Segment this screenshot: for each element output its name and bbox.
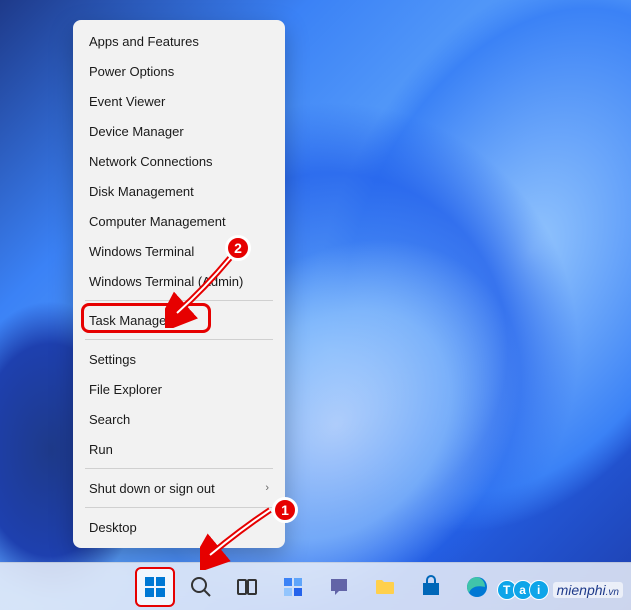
store-icon	[419, 575, 443, 599]
menu-item-shut-down[interactable]: Shut down or sign out ›	[77, 473, 281, 503]
menu-item-event-viewer[interactable]: Event Viewer	[77, 86, 281, 116]
menu-item-run[interactable]: Run	[77, 434, 281, 464]
file-explorer-button[interactable]	[365, 567, 405, 607]
menu-item-computer-management[interactable]: Computer Management	[77, 206, 281, 236]
chat-icon	[327, 575, 351, 599]
task-view-button[interactable]	[227, 567, 267, 607]
menu-item-apps-features[interactable]: Apps and Features	[77, 26, 281, 56]
annotation-arrow-1	[200, 500, 280, 570]
edge-icon	[465, 575, 489, 599]
annotation-callout-1: 1	[272, 497, 298, 523]
widgets-button[interactable]	[273, 567, 313, 607]
store-button[interactable]	[411, 567, 451, 607]
menu-item-network-connections[interactable]: Network Connections	[77, 146, 281, 176]
menu-item-power-options[interactable]: Power Options	[77, 56, 281, 86]
widgets-icon	[281, 575, 305, 599]
edge-button[interactable]	[457, 567, 497, 607]
menu-divider	[85, 339, 273, 340]
folder-icon	[373, 575, 397, 599]
chevron-right-icon: ›	[265, 482, 269, 494]
chat-button[interactable]	[319, 567, 359, 607]
search-icon	[189, 575, 213, 599]
annotation-callout-2: 2	[225, 235, 251, 261]
menu-item-file-explorer[interactable]: File Explorer	[77, 374, 281, 404]
search-button[interactable]	[181, 567, 221, 607]
menu-item-settings[interactable]: Settings	[77, 344, 281, 374]
task-view-icon	[235, 575, 259, 599]
windows-logo-icon	[143, 575, 167, 599]
menu-divider	[85, 468, 273, 469]
menu-item-search[interactable]: Search	[77, 404, 281, 434]
start-button[interactable]	[135, 567, 175, 607]
watermark: T a i mienphi.vn	[497, 580, 623, 600]
menu-item-disk-management[interactable]: Disk Management	[77, 176, 281, 206]
menu-item-device-manager[interactable]: Device Manager	[77, 116, 281, 146]
